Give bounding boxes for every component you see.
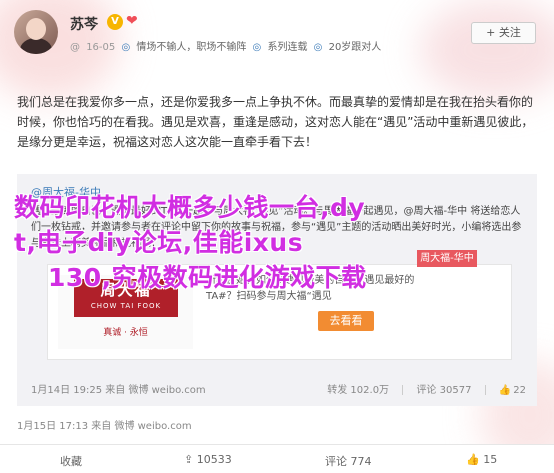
go-see-button[interactable]: 去看看	[318, 311, 374, 331]
meta-topic[interactable]: 情场不输人，职场不输阵	[136, 42, 246, 53]
like-button[interactable]: 👍 15	[466, 453, 497, 466]
overlay-title: 数码印花机大概多少钱一台,dy t,电子diy论坛,佳能ixus 130,究极数…	[14, 190, 544, 295]
meta-extra[interactable]: 20岁跟对人	[329, 42, 382, 53]
repost-comment-count[interactable]: 评论 30577	[416, 385, 471, 396]
meta-topic-icon: ◎	[121, 42, 131, 53]
weibo-card: 苏芩 V ❤ @ 16-05 ◎ 情场不输人，职场不输阵 ◎ 系列连载 ◎ 20…	[0, 0, 554, 473]
avatar[interactable]	[14, 10, 58, 54]
stats-divider	[402, 385, 404, 395]
action-bar: 收藏 ⇪ 10533 评论 774 👍 15	[0, 444, 554, 473]
verified-badge-icon: V	[107, 14, 123, 30]
post-header: 苏芩 V ❤ @ 16-05 ◎ 情场不输人，职场不输阵 ◎ 系列连载 ◎ 20…	[0, 0, 554, 62]
post-time: 1月15日 17:13 来自 微博 weibo.com	[17, 421, 192, 432]
meta-extra-icon: ◎	[313, 42, 323, 53]
repost-like-count[interactable]: 22	[513, 385, 526, 396]
brand-slogan: 真诚 · 永恒	[103, 328, 148, 338]
thumb-up-icon[interactable]: 👍	[499, 385, 511, 396]
like-count: 15	[483, 453, 498, 466]
overlay-line: 数码印花机大概多少钱一台,dy	[14, 193, 366, 222]
forward-icon: ⇪	[184, 453, 194, 466]
favorite-button[interactable]: 收藏	[60, 453, 82, 469]
heart-icon: ❤	[126, 13, 138, 29]
forward-button[interactable]: ⇪ 10533	[184, 453, 232, 466]
repost-time: 1月14日 19:25 来自 微博 weibo.com	[31, 385, 206, 396]
repost-forward-count[interactable]: 转发 102.0万	[327, 385, 389, 396]
author-name[interactable]: 苏芩	[70, 14, 98, 34]
overlay-line: t,电子diy论坛,佳能ixus	[14, 228, 304, 257]
repost-stats: 转发 102.0万 评论 30577 👍 22	[317, 381, 526, 396]
comment-button[interactable]: 评论 774	[325, 453, 372, 469]
meta-at: @	[70, 42, 80, 53]
author-meta: @ 16-05 ◎ 情场不输人，职场不输阵 ◎ 系列连载 ◎ 20岁跟对人	[70, 38, 384, 53]
meta-series-icon: ◎	[252, 42, 262, 53]
stats-divider	[484, 385, 486, 395]
post-text: 我们总是在我爱你多一点，还是你爱我多一点上争执不休。而最真挚的爱情却是在我在抬头…	[17, 95, 534, 149]
meta-series[interactable]: 系列连载	[267, 42, 307, 53]
forward-count: 10533	[196, 453, 232, 466]
overlay-line: 130,究极数码进化游戏下载	[48, 263, 367, 292]
follow-button[interactable]: + 关注	[471, 22, 536, 44]
meta-date: 16-05	[86, 42, 116, 53]
thumb-up-icon: 👍	[466, 453, 480, 466]
brand-logo-subtext: CHOW TAI FOOK	[90, 302, 162, 310]
